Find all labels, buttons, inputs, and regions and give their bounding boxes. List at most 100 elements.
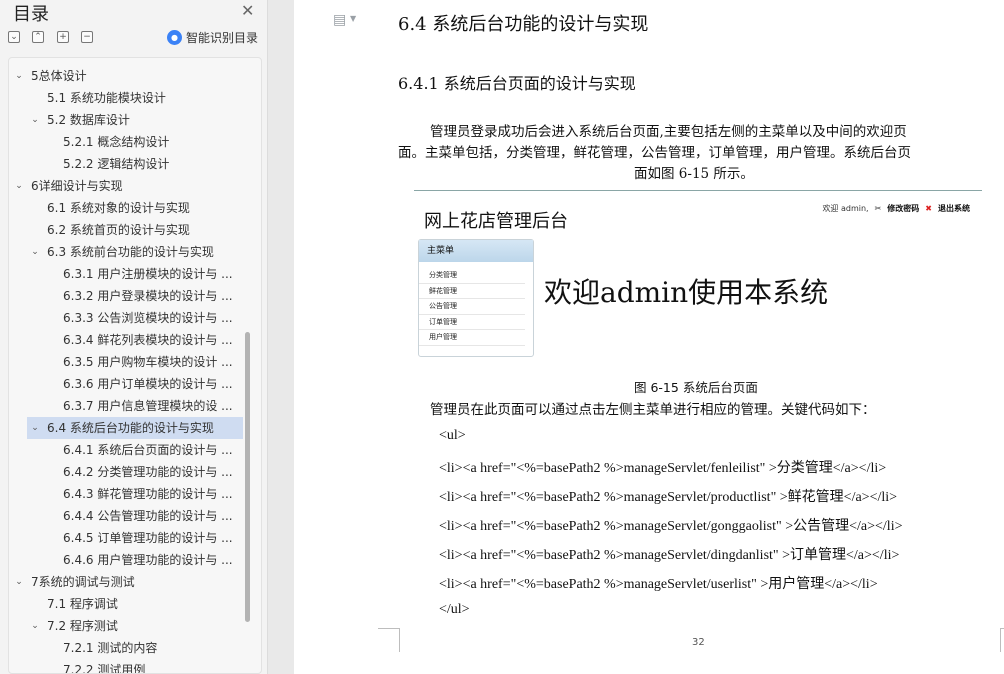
toc-item[interactable]: 7.2.2 测试用例 xyxy=(9,659,253,674)
toc-item-label: 6.4.4 公告管理功能的设计与 ... xyxy=(63,509,233,523)
toc-title: 目录 xyxy=(13,4,49,25)
app-window: 目录 ✕ ⌄ ⌃ + − ● 智能识别目录 ⌄ 5总体设计 5.1 系统功能模块设计… xyxy=(0,0,1004,674)
figure-menu-item: 公告管理 xyxy=(419,299,525,315)
chevron-down-icon[interactable]: ⌄ xyxy=(13,65,25,87)
toc-item[interactable]: 6.4.5 订单管理功能的设计与 ... xyxy=(9,527,253,549)
toc-item-label: 6详细设计与实现 xyxy=(31,179,123,193)
figure-welcome-text: 欢迎admin使用本系统 xyxy=(544,276,829,309)
toc-item-label: 6.4.5 订单管理功能的设计与 ... xyxy=(63,531,233,545)
toc-item-label: 6.4.1 系统后台页面的设计与 ... xyxy=(63,443,233,457)
document-page: ▤ ▼ 6.4 系统后台功能的设计与实现 6.4.1 系统后台页面的设计与实现 … xyxy=(294,0,1004,674)
toc-item[interactable]: ⌄ 7.2 程序测试 xyxy=(9,615,253,637)
toc-item[interactable]: 6.3.7 用户信息管理模块的设 ... xyxy=(9,395,253,417)
toc-item-label: 7.2.2 测试用例 xyxy=(63,663,146,674)
toc-item[interactable]: 6.3.1 用户注册模块的设计与 ... xyxy=(9,263,253,285)
close-icon: ✖ xyxy=(925,204,932,213)
close-icon[interactable]: ✕ xyxy=(241,1,254,20)
toc-item-label: 6.3 系统前台功能的设计与实现 xyxy=(47,245,214,259)
toc-item-label: 6.4.2 分类管理功能的设计与 ... xyxy=(63,465,233,479)
remove-heading-icon[interactable]: − xyxy=(81,31,93,43)
expand-all-icon[interactable]: ⌃ xyxy=(32,31,44,43)
toc-item-label: 6.1 系统对象的设计与实现 xyxy=(47,201,190,215)
chevron-down-icon[interactable]: ⌄ xyxy=(13,571,25,593)
code-line: <li><a href="<%=basePath2 %>manageServle… xyxy=(439,577,878,592)
smart-toc-button[interactable]: ● 智能识别目录 xyxy=(167,29,258,46)
toc-item-label: 6.4.6 用户管理功能的设计与 ... xyxy=(63,553,233,567)
toc-item[interactable]: 7.2.1 测试的内容 xyxy=(9,637,253,659)
chevron-down-icon[interactable]: ⌄ xyxy=(29,417,41,439)
paragraph-line: 管理员登录成功后会进入系统后台页面,主要包括左侧的主菜单以及中间的欢迎页 xyxy=(430,124,907,140)
toc-item[interactable]: 6.3.4 鲜花列表模块的设计与 ... xyxy=(9,329,253,351)
toc-item[interactable]: ⌄ 7系统的调试与测试 xyxy=(9,571,253,593)
figure-menu-item: 分类管理 xyxy=(419,268,525,284)
toc-item-label: 6.3.4 鲜花列表模块的设计与 ... xyxy=(63,333,233,347)
chevron-down-icon[interactable]: ⌄ xyxy=(29,241,41,263)
toc-item[interactable]: 5.2.2 逻辑结构设计 xyxy=(9,153,253,175)
toc-item-label: 5.2.2 逻辑结构设计 xyxy=(63,157,170,171)
toc-item[interactable]: 7.1 程序调试 xyxy=(9,593,253,615)
toc-list: ⌄ 5总体设计 5.1 系统功能模块设计 ⌄ 5.2 数据库设计 5.2.1 概念结构设计… xyxy=(8,57,262,674)
toc-item[interactable]: 6.3.3 公告浏览模块的设计与 ... xyxy=(9,307,253,329)
smart-toc-label: 智能识别目录 xyxy=(186,31,259,45)
toc-item[interactable]: 6.4.2 分类管理功能的设计与 ... xyxy=(9,461,253,483)
page-margin-mark xyxy=(1000,628,1004,652)
toc-item-label: 7.2 程序测试 xyxy=(47,619,118,633)
toc-item-label: 6.3.6 用户订单模块的设计与 ... xyxy=(63,377,233,391)
toc-item[interactable]: 5.1 系统功能模块设计 xyxy=(9,87,253,109)
toc-item-label: 7.1 程序调试 xyxy=(47,597,118,611)
code-line: <li><a href="<%=basePath2 %>manageServle… xyxy=(439,548,900,563)
toc-item-label: 7.2.1 测试的内容 xyxy=(63,641,158,655)
code-line: </ul> xyxy=(439,602,470,617)
figure-main-menu: 主菜单 分类管理 鲜花管理 公告管理 订单管理 用户管理 xyxy=(418,239,534,357)
chevron-down-icon[interactable]: ▼ xyxy=(350,14,356,23)
chevron-down-icon[interactable]: ⌄ xyxy=(13,175,25,197)
toc-item[interactable]: ⌄ 6.3 系统前台功能的设计与实现 xyxy=(9,241,253,263)
toc-item-label: 5.1 系统功能模块设计 xyxy=(47,91,166,105)
toc-item[interactable]: 6.3.2 用户登录模块的设计与 ... xyxy=(9,285,253,307)
toc-item[interactable]: ⌄ 5总体设计 xyxy=(9,65,253,87)
toc-item[interactable]: 6.4.3 鲜花管理功能的设计与 ... xyxy=(9,483,253,505)
toc-item[interactable]: 6.4.1 系统后台页面的设计与 ... xyxy=(9,439,253,461)
toc-item-label: 6.2 系统首页的设计与实现 xyxy=(47,223,190,237)
toc-item-label: 6.3.1 用户注册模块的设计与 ... xyxy=(63,267,233,281)
toc-item-label: 5总体设计 xyxy=(31,69,87,83)
heading-6-4: 6.4 系统后台功能的设计与实现 xyxy=(398,14,649,35)
figure-menu-header: 主菜单 xyxy=(419,240,533,262)
code-line: <li><a href="<%=basePath2 %>manageServle… xyxy=(439,461,887,476)
toc-item[interactable]: ⌄ 5.2 数据库设计 xyxy=(9,109,253,131)
figure-menu-item: 鲜花管理 xyxy=(419,284,525,299)
page-margin-mark xyxy=(378,628,400,652)
document-icon[interactable]: ▤ xyxy=(333,12,346,28)
toc-item-label: 5.2 数据库设计 xyxy=(47,113,130,127)
toc-item[interactable]: 6.2 系统首页的设计与实现 xyxy=(9,219,253,241)
toc-item[interactable]: ⌄ 6.4 系统后台功能的设计与实现 xyxy=(27,417,243,439)
toc-item-label: 6.3.3 公告浏览模块的设计与 ... xyxy=(63,311,233,325)
chevron-down-icon[interactable]: ⌄ xyxy=(29,615,41,637)
figure-title: 网上花店管理后台 xyxy=(424,211,568,232)
code-line: <li><a href="<%=basePath2 %>manageServle… xyxy=(439,490,898,505)
paragraph-line: 面如图 6-15 所示。 xyxy=(634,166,754,182)
figure-menu-item: 用户管理 xyxy=(419,330,525,346)
figure-admin-page: 网上花店管理后台 欢迎 admin, ✂ 修改密码 ✖ 退出系统 主菜单 分类管… xyxy=(414,190,982,366)
paragraph-line: 面。主菜单包括，分类管理，鲜花管理，公告管理，订单管理，用户管理。系统后台页 xyxy=(398,145,911,161)
figure-caption: 图 6-15 系统后台页面 xyxy=(634,380,758,395)
chevron-down-icon[interactable]: ⌄ xyxy=(29,109,41,131)
add-heading-icon[interactable]: + xyxy=(57,31,69,43)
toc-item[interactable]: 6.1 系统对象的设计与实现 xyxy=(9,197,253,219)
toc-item[interactable]: 6.4.4 公告管理功能的设计与 ... xyxy=(9,505,253,527)
toc-item[interactable]: ⌄ 6详细设计与实现 xyxy=(9,175,253,197)
toc-scrollbar[interactable] xyxy=(245,332,250,622)
toc-item[interactable]: 6.3.5 用户购物车模块的设计 ... xyxy=(9,351,253,373)
paragraph-line: 管理员在此页面可以通过点击左侧主菜单进行相应的管理。关键代码如下： xyxy=(430,402,876,418)
toc-item-label: 6.4 系统后台功能的设计与实现 xyxy=(47,421,214,435)
toc-item[interactable]: 5.2.1 概念结构设计 xyxy=(9,131,253,153)
toc-item-label: 7系统的调试与测试 xyxy=(31,575,135,589)
collapse-all-icon[interactable]: ⌄ xyxy=(8,31,20,43)
toc-item-label: 6.3.7 用户信息管理模块的设 ... xyxy=(63,399,233,413)
toc-item[interactable]: 6.3.6 用户订单模块的设计与 ... xyxy=(9,373,253,395)
wrench-icon: ✂ xyxy=(874,204,882,213)
figure-menu-item: 订单管理 xyxy=(419,315,525,330)
toc-item-label: 5.2.1 概念结构设计 xyxy=(63,135,170,149)
smart-toc-icon: ● xyxy=(167,30,182,45)
toc-item[interactable]: 6.4.6 用户管理功能的设计与 ... xyxy=(9,549,253,571)
